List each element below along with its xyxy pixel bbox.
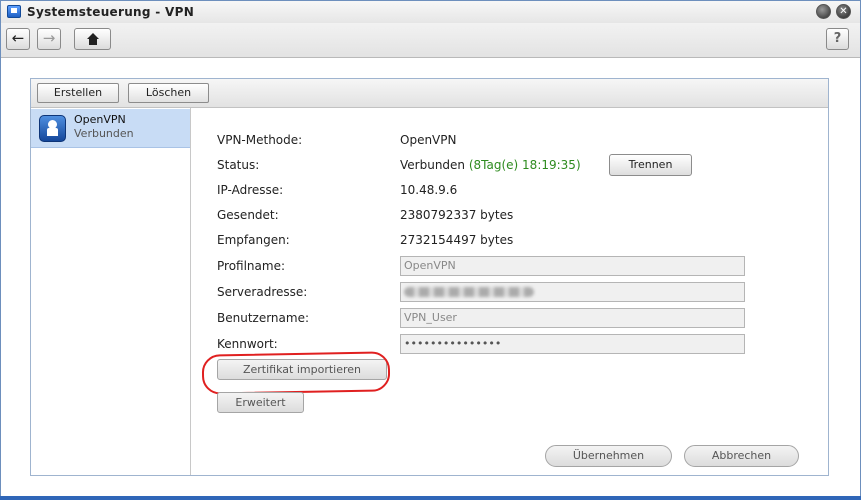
back-button[interactable]: ← [6,28,30,50]
control-panel-icon [7,5,21,18]
cancel-button[interactable]: Abbrechen [684,445,799,467]
received-label: Empfangen: [217,233,290,247]
password-field[interactable]: ••••••••••••••• [400,334,745,354]
disconnect-button[interactable]: Trennen [609,154,692,176]
sent-label: Gesendet: [217,208,279,222]
server-address-label: Serveradresse: [217,285,308,299]
window-bottom-edge [0,496,861,500]
sent-value: 2380792337 bytes [400,208,514,222]
profile-status: Verbunden [74,127,134,140]
advanced-button[interactable]: Erweitert [217,392,304,413]
title-bar: Systemsteuerung - VPN ✕ [1,1,860,23]
vpn-user-icon [39,115,66,142]
status-label: Status: [217,158,260,172]
forward-button[interactable]: → [37,28,61,50]
received-value: 2732154497 bytes [400,233,514,247]
help-icon: ? [833,31,842,46]
status-text: Verbunden [400,158,466,172]
profile-name: OpenVPN [74,113,126,126]
ip-value: 10.48.9.6 [400,183,458,197]
method-label: VPN-Methode: [217,133,303,147]
method-value: OpenVPN [400,133,457,147]
delete-button[interactable]: Löschen [128,83,209,103]
ip-label: IP-Adresse: [217,183,284,197]
arrow-right-icon: → [42,29,56,47]
minimize-button[interactable] [816,4,831,19]
apply-button[interactable]: Übernehmen [545,445,672,467]
list-item[interactable]: OpenVPN Verbunden [31,109,190,148]
profile-name-label: Profilname: [217,259,286,273]
vpn-details: VPN-Methode: OpenVPN Status: Verbunden (… [191,108,828,475]
arrow-left-icon: ← [11,29,25,47]
panel-toolbar: Erstellen Löschen [31,79,828,108]
vpn-profile-list: OpenVPN Verbunden [31,108,191,475]
username-field[interactable]: VPN_User [400,308,745,328]
close-button[interactable]: ✕ [836,4,851,19]
create-button[interactable]: Erstellen [37,83,119,103]
connection-duration: (8Tag(e) 18:19:35) [468,158,581,172]
redacted-server-address [404,287,534,297]
home-icon [87,33,99,45]
control-panel-window: Systemsteuerung - VPN ✕ ← → ? Erstellen … [0,0,861,498]
username-label: Benutzername: [217,311,310,325]
navigation-toolbar: ← → ? [1,23,860,58]
window-title: Systemsteuerung - VPN [27,5,195,19]
profile-name-field[interactable]: OpenVPN [400,256,745,276]
vpn-panel: Erstellen Löschen OpenVPN Verbunden VPN-… [30,78,829,476]
help-button[interactable]: ? [826,28,849,50]
home-button[interactable] [74,28,111,50]
status-value: Verbunden (8Tag(e) 18:19:35) [400,158,581,172]
password-label: Kennwort: [217,337,278,351]
highlight-circle [201,351,391,395]
server-address-field[interactable] [400,282,745,302]
